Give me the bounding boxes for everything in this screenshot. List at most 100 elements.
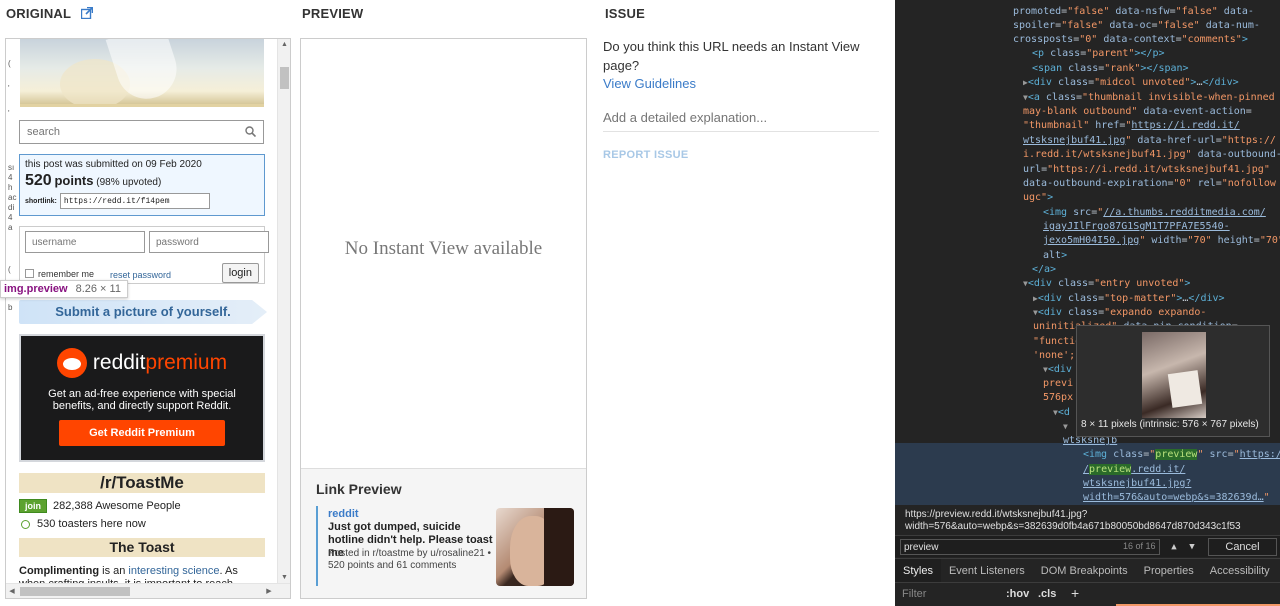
login-form: remember me reset password login bbox=[19, 226, 269, 284]
sidebar-text: Complimenting is an interesting science.… bbox=[19, 565, 265, 584]
online-row: 530 toasters here now bbox=[21, 518, 146, 530]
reset-password-link[interactable]: reset password bbox=[110, 270, 171, 280]
upvoted-percent: (98% upvoted) bbox=[96, 177, 162, 188]
edge-char: di bbox=[8, 203, 15, 212]
edge-char: ' bbox=[8, 84, 10, 93]
edge-char: ( bbox=[8, 265, 11, 274]
original-frame[interactable]: ( ' ' sı 4 h ac di 4 a ( b search this p… bbox=[5, 38, 291, 599]
url-line-1: https://preview.redd.it/wtsksnejbuf41.jp… bbox=[905, 509, 1088, 520]
filter-input[interactable]: Filter bbox=[902, 588, 926, 600]
report-issue-button[interactable]: REPORT ISSUE bbox=[603, 149, 689, 161]
remember-me-checkbox[interactable]: remember me bbox=[25, 269, 94, 279]
find-previous-icon[interactable]: ▲ bbox=[1166, 539, 1182, 555]
score-line: 520 points (98% upvoted) bbox=[25, 172, 259, 190]
header-image bbox=[20, 39, 264, 107]
search-input[interactable] bbox=[27, 122, 237, 142]
view-guidelines-link[interactable]: View Guidelines bbox=[603, 76, 696, 91]
subreddit-title[interactable]: /r/ToastMe bbox=[19, 473, 265, 493]
image-preview-tooltip: 8 × 11 pixels (intrinsic: 576 × 767 pixe… bbox=[1076, 325, 1270, 437]
preview-frame: No Instant View available Link Preview r… bbox=[300, 38, 587, 599]
submitted-date: this post was submitted on 09 Feb 2020 bbox=[25, 159, 202, 170]
edge-char: ac bbox=[8, 193, 17, 202]
issue-header: ISSUE bbox=[605, 6, 646, 21]
link-preview: Link Preview reddit Just got dumped, sui… bbox=[301, 468, 586, 598]
post-info-box: this post was submitted on 09 Feb 2020 5… bbox=[19, 154, 265, 216]
vertical-scrollbar[interactable]: ▲ ▼ bbox=[277, 39, 290, 584]
search-field[interactable] bbox=[19, 120, 264, 144]
issue-explanation-input[interactable] bbox=[603, 104, 879, 132]
search-icon[interactable] bbox=[245, 126, 256, 137]
left-edge-text: ( ' ' sı 4 h ac di 4 a ( b bbox=[6, 39, 18, 584]
devtools-panel: promoted="false" data-nsfw="false" data-… bbox=[895, 0, 1280, 606]
scroll-thumb[interactable] bbox=[280, 67, 289, 89]
instant-view-checker: ORIGINAL PREVIEW ISSUE ( ' ' sı 4 h ac d… bbox=[0, 0, 1280, 606]
tab-dom-breakpoints[interactable]: DOM Breakpoints bbox=[1033, 559, 1136, 582]
no-instant-view-message: No Instant View available bbox=[344, 238, 543, 259]
tab-styles[interactable]: Styles bbox=[895, 559, 941, 582]
checkbox-icon[interactable] bbox=[25, 269, 34, 278]
remember-label: remember me bbox=[38, 269, 95, 279]
link-preview-description: Posted in r/toastme by u/rosaline21 • 52… bbox=[328, 548, 492, 571]
external-link-icon[interactable] bbox=[80, 7, 93, 19]
shortlink-label: shortlink: bbox=[25, 197, 57, 205]
points-value: 520 bbox=[25, 172, 52, 189]
original-header: ORIGINAL bbox=[6, 6, 93, 21]
link-preview-site: reddit bbox=[328, 508, 359, 520]
edge-char: b bbox=[8, 303, 13, 312]
subscriber-count: 282,388 Awesome People bbox=[53, 500, 181, 512]
premium-logo: redditpremium bbox=[21, 348, 263, 378]
styles-filter-bar: Filter :hov .cls + bbox=[895, 582, 1280, 606]
original-page: ( ' ' sı 4 h ac di 4 a ( b search this p… bbox=[6, 39, 278, 584]
login-button[interactable]: login bbox=[221, 263, 259, 283]
url-line-2: width=576&auto=webp&s=382639d0fb4a671b80… bbox=[905, 521, 1241, 532]
online-count: 530 toasters here now bbox=[37, 518, 146, 530]
image-dimensions: 8 × 11 pixels (intrinsic: 576 × 767 pixe… bbox=[1081, 419, 1259, 430]
horizontal-scrollbar[interactable]: ◀ ▶ bbox=[6, 583, 290, 598]
interesting-science-link[interactable]: interesting science bbox=[128, 565, 219, 577]
scroll-left-icon[interactable]: ◀ bbox=[6, 584, 18, 598]
add-rule-icon[interactable]: + bbox=[1071, 585, 1079, 601]
submit-picture-button[interactable]: Submit a picture of yourself. bbox=[19, 300, 267, 324]
scroll-thumb[interactable] bbox=[20, 587, 130, 596]
get-premium-button[interactable]: Get Reddit Premium bbox=[59, 420, 225, 446]
cancel-find-button[interactable]: Cancel bbox=[1208, 538, 1277, 556]
shortlink-input[interactable] bbox=[59, 193, 210, 209]
username-input[interactable] bbox=[25, 231, 145, 253]
edge-char: 4 bbox=[8, 173, 13, 182]
brand-accent: premium bbox=[145, 351, 228, 374]
url-tooltip: https://preview.redd.it/wtsksnejbuf41.jp… bbox=[895, 507, 1280, 535]
tab-accessibility[interactable]: Accessibility bbox=[1202, 559, 1278, 582]
edge-char: sı bbox=[8, 163, 15, 172]
edge-char: ( bbox=[8, 59, 11, 68]
element-tooltip: img.preview 8.26 × 11 bbox=[0, 280, 128, 298]
tab-properties[interactable]: Properties bbox=[1136, 559, 1202, 582]
image-thumbnail bbox=[1142, 332, 1206, 418]
join-button[interactable]: join bbox=[19, 499, 47, 513]
join-row: join 282,388 Awesome People bbox=[19, 499, 181, 513]
scroll-right-icon[interactable]: ▶ bbox=[263, 584, 275, 598]
original-label: ORIGINAL bbox=[6, 6, 71, 21]
brand-name: reddit bbox=[92, 351, 146, 374]
find-next-icon[interactable]: ▼ bbox=[1184, 539, 1200, 555]
issue-question: Do you think this URL needs an Instant V… bbox=[603, 39, 860, 73]
styles-tabbar: Styles Event Listeners DOM Breakpoints P… bbox=[895, 558, 1280, 582]
shortlink-row: shortlink: bbox=[25, 193, 259, 209]
link-preview-heading: Link Preview bbox=[316, 481, 402, 497]
edge-char: a bbox=[8, 223, 13, 232]
online-dot-icon bbox=[21, 519, 30, 529]
scroll-up-icon[interactable]: ▲ bbox=[278, 39, 290, 51]
link-preview-card[interactable]: reddit Just got dumped, suicide hotline … bbox=[316, 506, 574, 586]
link-preview-thumbnail bbox=[496, 508, 574, 586]
edge-char: 4 bbox=[8, 213, 13, 222]
element-name: img.preview bbox=[4, 283, 68, 295]
class-toggle[interactable]: .cls bbox=[1038, 588, 1056, 600]
find-input[interactable] bbox=[900, 539, 1160, 555]
tab-event-listeners[interactable]: Event Listeners bbox=[941, 559, 1033, 582]
find-bar: 16 of 16 ▲ ▼ Cancel bbox=[895, 535, 1280, 557]
password-input[interactable] bbox=[149, 231, 269, 253]
body-pre: is an bbox=[99, 565, 129, 577]
hover-state-toggle[interactable]: :hov bbox=[1006, 588, 1029, 600]
points-label: points bbox=[54, 173, 94, 188]
find-count: 16 of 16 bbox=[1123, 541, 1156, 551]
edge-char: ' bbox=[8, 109, 10, 118]
